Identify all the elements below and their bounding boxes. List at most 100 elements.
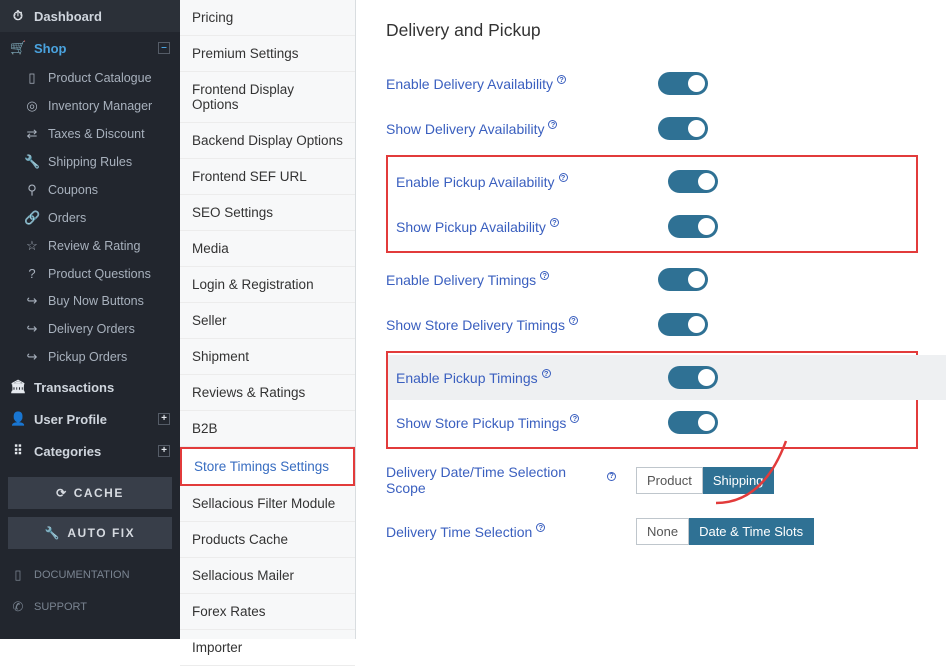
help-icon[interactable]: ? — [550, 218, 559, 227]
help-icon[interactable]: ? — [542, 369, 551, 378]
setting-label: Enable Pickup Availability? — [396, 174, 626, 190]
sidebar-item-inventory-manager[interactable]: ◎Inventory Manager — [18, 92, 180, 120]
midsidebar-item-forex-rates[interactable]: Forex Rates — [180, 594, 355, 630]
gauge-icon: ⏱ — [10, 8, 26, 24]
toggle-enable-pickup-timings[interactable] — [668, 366, 718, 389]
midsidebar-item-products-cache[interactable]: Products Cache — [180, 522, 355, 558]
setting-label: Delivery Date/Time Selection Scope? — [386, 464, 616, 496]
help-icon[interactable]: ? — [557, 75, 566, 84]
sidebar-item-shop[interactable]: 🛒 Shop – — [0, 32, 180, 64]
toggle-enable-delivery-availability[interactable] — [658, 72, 708, 95]
help-icon[interactable]: ? — [536, 523, 545, 532]
toggle-show-store-pickup-timings[interactable] — [668, 411, 718, 434]
primary-sidebar: ⏱ Dashboard 🛒 Shop – ▯Product Catalogue … — [0, 0, 180, 639]
setting-delivery-scope: Delivery Date/Time Selection Scope? Prod… — [386, 453, 918, 507]
wrench-icon: 🔧 — [24, 154, 40, 170]
setting-show-pickup-availability: Show Pickup Availability? — [388, 204, 916, 249]
setting-label: Enable Delivery Availability? — [386, 76, 616, 92]
segmented-time-selection: None Date & Time Slots — [636, 518, 814, 545]
midsidebar-item-reviews-ratings[interactable]: Reviews & Ratings — [180, 375, 355, 411]
sidebar-item-coupons[interactable]: ⚲Coupons — [18, 176, 180, 204]
help-icon[interactable]: ? — [559, 173, 568, 182]
help-icon[interactable]: ? — [569, 316, 578, 325]
midsidebar-item-b2b[interactable]: B2B — [180, 411, 355, 447]
arrow-right-icon: ↪ — [24, 321, 40, 337]
toggle-show-pickup-availability[interactable] — [668, 215, 718, 238]
midsidebar-item-seo-settings[interactable]: SEO Settings — [180, 195, 355, 231]
midsidebar-item-frontend-sef-url[interactable]: Frontend SEF URL — [180, 159, 355, 195]
sidebar-label: Dashboard — [34, 9, 170, 24]
midsidebar-item-seller[interactable]: Seller — [180, 303, 355, 339]
section-title: Delivery and Pickup — [386, 20, 918, 41]
midsidebar-item-premium-settings[interactable]: Premium Settings — [180, 36, 355, 72]
sidebar-item-review-rating[interactable]: ☆Review & Rating — [18, 232, 180, 260]
midsidebar-item-sellacious-filter-module[interactable]: Sellacious Filter Module — [180, 486, 355, 522]
main-content: Delivery and Pickup Enable Delivery Avai… — [356, 0, 948, 639]
sidebar-item-shipping-rules[interactable]: 🔧Shipping Rules — [18, 148, 180, 176]
toggle-show-store-delivery-timings[interactable] — [658, 313, 708, 336]
midsidebar-item-sellacious-mailer[interactable]: Sellacious Mailer — [180, 558, 355, 594]
midsidebar-item-media[interactable]: Media — [180, 231, 355, 267]
midsidebar-item-backend-display-options[interactable]: Backend Display Options — [180, 123, 355, 159]
midsidebar-item-store-timings-settings[interactable]: Store Timings Settings — [180, 447, 355, 486]
toggle-enable-pickup-availability[interactable] — [668, 170, 718, 193]
midsidebar-item-importer[interactable]: Importer — [180, 630, 355, 666]
sidebar-item-transactions[interactable]: 🏛 Transactions — [0, 371, 180, 403]
setting-enable-pickup-availability: Enable Pickup Availability? — [388, 159, 916, 204]
scope-option-product[interactable]: Product — [636, 467, 703, 494]
auto-fix-button[interactable]: 🔧AUTO FIX — [8, 517, 172, 549]
setting-delivery-time-selection: Delivery Time Selection? None Date & Tim… — [386, 507, 918, 556]
setting-enable-delivery-timings: Enable Delivery Timings? — [386, 257, 918, 302]
sidebar-item-user-profile[interactable]: 👤 User Profile + — [0, 403, 180, 435]
midsidebar-item-shipment[interactable]: Shipment — [180, 339, 355, 375]
bank-icon: 🏛 — [10, 379, 26, 395]
sidebar-item-orders[interactable]: 🔗Orders — [18, 204, 180, 232]
setting-enable-pickup-timings: Enable Pickup Timings? — [388, 355, 946, 400]
wrench-icon: 🔧 — [45, 526, 61, 540]
exchange-icon: ⇄ — [24, 126, 40, 142]
setting-label: Delivery Time Selection? — [386, 524, 616, 540]
help-icon[interactable]: ? — [607, 472, 616, 481]
toggle-show-delivery-availability[interactable] — [658, 117, 708, 140]
setting-show-delivery-availability: Show Delivery Availability? — [386, 106, 918, 151]
midsidebar-item-login-registration[interactable]: Login & Registration — [180, 267, 355, 303]
collapse-icon[interactable]: – — [158, 42, 170, 54]
help-icon[interactable]: ? — [570, 414, 579, 423]
help-icon[interactable]: ? — [548, 120, 557, 129]
setting-label: Show Delivery Availability? — [386, 121, 616, 137]
setting-label: Show Store Delivery Timings? — [386, 317, 616, 333]
sidebar-item-documentation[interactable]: ▯ DOCUMENTATION — [0, 559, 180, 591]
toggle-enable-delivery-timings[interactable] — [658, 268, 708, 291]
sidebar-item-categories[interactable]: ⠿ Categories + — [0, 435, 180, 467]
highlight-box-pickup-timings: Enable Pickup Timings? Show Store Pickup… — [386, 351, 918, 449]
sidebar-item-product-questions[interactable]: ?Product Questions — [18, 260, 180, 287]
target-icon: ◎ — [24, 98, 40, 114]
star-icon: ☆ — [24, 238, 40, 254]
scope-option-shipping[interactable]: Shipping — [703, 467, 775, 494]
sidebar-item-taxes-discount[interactable]: ⇄Taxes & Discount — [18, 120, 180, 148]
cache-button[interactable]: ⟳CACHE — [8, 477, 172, 509]
sidebar-item-product-catalogue[interactable]: ▯Product Catalogue — [18, 64, 180, 92]
setting-label: Show Pickup Availability? — [396, 219, 626, 235]
link-icon: 🔗 — [24, 210, 40, 226]
time-option-none[interactable]: None — [636, 518, 689, 545]
expand-icon[interactable]: + — [158, 413, 170, 425]
sidebar-item-support[interactable]: ✆ SUPPORT — [0, 591, 180, 623]
book-icon: ▯ — [10, 567, 26, 583]
expand-icon[interactable]: + — [158, 445, 170, 457]
sidebar-item-buy-now-buttons[interactable]: ↪Buy Now Buttons — [18, 287, 180, 315]
sitemap-icon: ⠿ — [10, 443, 26, 459]
segmented-delivery-scope: Product Shipping — [636, 467, 774, 494]
help-icon[interactable]: ? — [540, 271, 549, 280]
phone-icon: ✆ — [10, 599, 26, 615]
sidebar-item-delivery-orders[interactable]: ↪Delivery Orders — [18, 315, 180, 343]
book-icon: ▯ — [24, 70, 40, 86]
sidebar-item-pickup-orders[interactable]: ↪Pickup Orders — [18, 343, 180, 371]
midsidebar-item-pricing[interactable]: Pricing — [180, 0, 355, 36]
sidebar-item-dashboard[interactable]: ⏱ Dashboard — [0, 0, 180, 32]
time-option-slots[interactable]: Date & Time Slots — [689, 518, 814, 545]
midsidebar-item-frontend-display-options[interactable]: Frontend Display Options — [180, 72, 355, 123]
setting-label: Show Store Pickup Timings? — [396, 415, 626, 431]
tag-icon: ⚲ — [24, 182, 40, 198]
setting-show-store-pickup-timings: Show Store Pickup Timings? — [388, 400, 916, 445]
